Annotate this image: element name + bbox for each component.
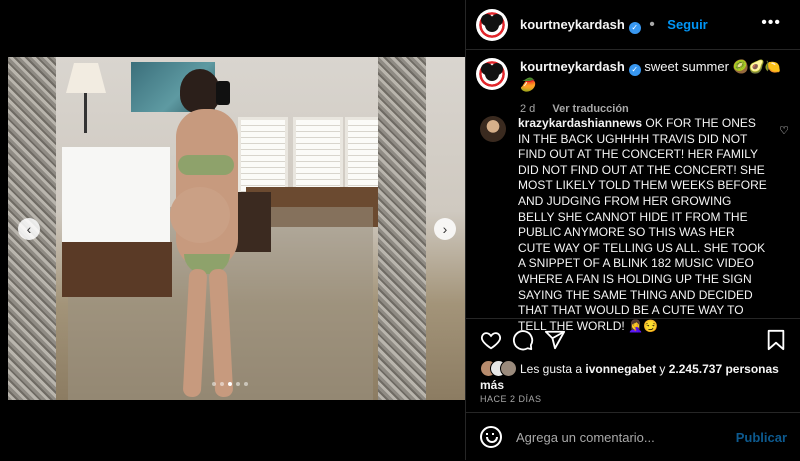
likes-middle: y xyxy=(656,362,669,376)
carousel-dot xyxy=(228,382,232,386)
separator-dot: • xyxy=(649,15,655,33)
comment-avatar[interactable] xyxy=(480,116,506,142)
post-header: kourtneykardash ✓ • Seguir ••• xyxy=(466,0,800,50)
post-timestamp[interactable]: HACE 2 DÍAS xyxy=(480,394,542,404)
caption-username[interactable]: kourtneykardash xyxy=(520,59,625,74)
caption: kourtneykardash ✓ sweet summer 🥝🥑🍋🥭 2 d V… xyxy=(476,58,794,118)
carousel-dot xyxy=(236,382,240,386)
post-side-panel: kourtneykardash ✓ • Seguir ••• kourtneyka… xyxy=(465,0,800,460)
bookmark-icon[interactable] xyxy=(766,329,786,351)
carousel-dot xyxy=(244,382,248,386)
media-pane: ‹ › xyxy=(0,0,465,460)
emoji-icon[interactable] xyxy=(480,426,502,448)
next-slide-button[interactable]: › xyxy=(434,218,456,240)
add-comment-bar: Publicar xyxy=(466,412,800,461)
bed xyxy=(62,147,170,247)
publish-button[interactable]: Publicar xyxy=(736,430,787,445)
liker-avatars xyxy=(480,360,520,377)
header-username[interactable]: kourtneykardash xyxy=(520,17,625,32)
comment-text: OK FOR THE ONES IN THE BACK UGHHHH TRAVI… xyxy=(518,116,767,333)
carousel-dot xyxy=(212,382,216,386)
lamp xyxy=(66,63,106,93)
comment-username[interactable]: krazykardashiannews xyxy=(518,116,642,130)
lamp-pole xyxy=(84,93,87,133)
bed-frame xyxy=(62,242,172,297)
see-translation-button[interactable]: Ver traducción xyxy=(552,103,628,115)
likes-prefix: Les gusta a xyxy=(520,362,586,376)
likes-user[interactable]: ivonnegabet xyxy=(585,362,656,376)
previous-slide-button[interactable]: ‹ xyxy=(18,218,40,240)
person-figure xyxy=(158,69,258,399)
post-photo[interactable] xyxy=(8,57,465,400)
likes-summary: Les gusta a ivonnegabet y 2.245.737 pers… xyxy=(480,360,790,393)
caption-avatar[interactable] xyxy=(476,58,508,90)
verified-badge-icon: ✓ xyxy=(628,21,641,34)
carousel-indicator xyxy=(212,382,248,386)
comment-icon[interactable] xyxy=(512,329,534,351)
avatar[interactable] xyxy=(476,8,508,41)
more-options-icon[interactable]: ••• xyxy=(761,14,781,32)
comment-like-icon[interactable]: ♡ xyxy=(779,124,789,137)
share-icon[interactable] xyxy=(544,329,566,351)
carousel-dot xyxy=(220,382,224,386)
comment-item: krazykardashiannews OK FOR THE ONES IN T… xyxy=(480,116,795,334)
post-age: 2 d xyxy=(520,103,536,115)
comment-input[interactable] xyxy=(514,428,736,446)
mirror-frame-right xyxy=(378,57,426,400)
verified-badge-icon: ✓ xyxy=(628,64,641,76)
action-bar xyxy=(466,318,800,363)
follow-button[interactable]: Seguir xyxy=(667,17,707,32)
heart-icon[interactable] xyxy=(480,329,502,351)
